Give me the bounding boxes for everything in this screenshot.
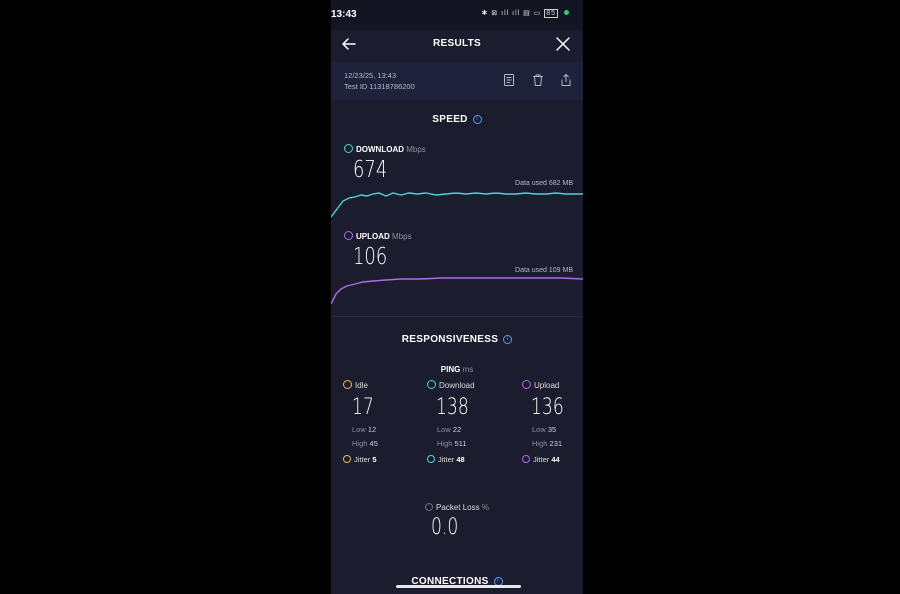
battery-icon: 85 bbox=[544, 9, 559, 18]
idle-high-value: 45 bbox=[369, 439, 378, 448]
idle-high: High 45 bbox=[352, 439, 423, 451]
download-low-label: Low bbox=[437, 425, 451, 434]
packet-loss-icon bbox=[425, 503, 434, 511]
jitter-icon bbox=[343, 455, 351, 463]
idle-low-label: Low bbox=[352, 425, 366, 434]
jitter-icon bbox=[522, 455, 530, 463]
download-high: High 511 bbox=[437, 439, 507, 451]
close-button[interactable] bbox=[553, 34, 573, 54]
idle-low-value: 12 bbox=[367, 425, 377, 434]
idle-jitter-label: Jitter bbox=[354, 455, 371, 464]
speed-section-title: SPEED i bbox=[331, 114, 583, 125]
signal-icons: ✱ ⊠ ıll ıll ▤ ▭ bbox=[481, 10, 542, 17]
top-bar: RESULTS bbox=[331, 30, 583, 58]
close-icon bbox=[556, 37, 570, 51]
idle-jitter: Jitter 5 bbox=[343, 455, 423, 464]
ping-download-column: Download 138 Low 22 High 511 Jitter 48 bbox=[427, 380, 507, 464]
speed-title-text: SPEED bbox=[432, 114, 468, 125]
idle-ping-value: 17 bbox=[352, 395, 374, 420]
packet-loss-label: Packet Loss % bbox=[331, 503, 583, 512]
upload-icon bbox=[344, 231, 353, 240]
upload-ping-label: Upload bbox=[522, 380, 583, 392]
packet-loss-unit: % bbox=[481, 503, 489, 512]
responsiveness-title-text: RESPONSIVENESS bbox=[401, 334, 499, 345]
download-ping-label: Download bbox=[427, 380, 507, 392]
packet-loss-value: 0.0 bbox=[431, 515, 459, 540]
idle-high-label: High bbox=[352, 439, 368, 448]
status-time: 13:43 bbox=[331, 9, 357, 20]
test-id: Test ID 11318786200 bbox=[344, 82, 415, 91]
jitter-icon bbox=[427, 455, 435, 463]
delete-button[interactable] bbox=[531, 73, 545, 87]
download-ping-label-text: Download bbox=[439, 381, 475, 390]
idle-label-text: Idle bbox=[355, 381, 368, 390]
document-icon bbox=[504, 74, 514, 86]
responsiveness-section-title: RESPONSIVENESS i bbox=[331, 334, 583, 345]
ping-idle-column: Idle 17 Low 12 High 45 Jitter 5 bbox=[343, 380, 423, 464]
ping-upload-column: Upload 136 Low 35 High 231 Jitter 44 bbox=[522, 380, 583, 464]
trash-icon bbox=[533, 74, 543, 86]
upload-high-value: 231 bbox=[549, 439, 563, 448]
download-icon bbox=[344, 144, 353, 153]
upload-low-label: Low bbox=[532, 425, 546, 434]
page-title: RESULTS bbox=[432, 38, 482, 49]
active-dot-icon bbox=[564, 10, 569, 15]
upload-jitter-label: Jitter bbox=[533, 455, 550, 464]
upload-speed-value: 106 bbox=[353, 244, 388, 270]
status-icons: ✱ ⊠ ıll ıll ▤ ▭ 85 bbox=[481, 9, 569, 18]
idle-jitter-value: 5 bbox=[372, 455, 377, 464]
download-speed-value: 674 bbox=[353, 157, 388, 183]
share-button[interactable] bbox=[559, 73, 573, 87]
download-low-value: 22 bbox=[452, 425, 462, 434]
download-jitter: Jitter 48 bbox=[427, 455, 507, 464]
upload-ping-label-text: Upload bbox=[534, 381, 560, 390]
ping-title: PING ms bbox=[331, 365, 583, 374]
info-icon[interactable]: i bbox=[472, 114, 482, 124]
details-button[interactable] bbox=[502, 73, 516, 87]
upload-high: High 231 bbox=[532, 439, 583, 451]
test-date: 12/23/25, 13:43 bbox=[344, 71, 397, 80]
share-icon bbox=[561, 74, 571, 86]
upload-unit: Mbps bbox=[392, 232, 412, 241]
packet-loss-label-text: Packet Loss bbox=[436, 503, 480, 512]
download-high-label: High bbox=[437, 439, 453, 448]
upload-speed-graph bbox=[331, 277, 583, 305]
download-jitter-value: 48 bbox=[456, 455, 465, 464]
idle-label: Idle bbox=[343, 380, 423, 392]
status-bar: 13:43 ✱ ⊠ ıll ıll ▤ ▭ 85 bbox=[331, 0, 583, 30]
upload-high-label: High bbox=[532, 439, 548, 448]
download-speed-graph bbox=[331, 192, 583, 218]
phone-screen: 13:43 ✱ ⊠ ıll ıll ▤ ▭ 85 RESULTS 12/23/2… bbox=[331, 0, 583, 594]
test-meta: 12/23/25, 13:43 Test ID 11318786200 bbox=[331, 62, 583, 100]
info-icon[interactable]: i bbox=[503, 334, 513, 344]
download-jitter-label: Jitter bbox=[438, 455, 455, 464]
download-unit: Mbps bbox=[406, 145, 426, 154]
upload-icon bbox=[522, 380, 531, 389]
download-label: DOWNLOAD Mbps bbox=[344, 144, 426, 154]
download-icon bbox=[427, 380, 436, 389]
idle-icon bbox=[343, 380, 352, 389]
upload-label: UPLOAD Mbps bbox=[344, 231, 412, 241]
ping-unit: ms bbox=[462, 365, 474, 374]
download-high-value: 511 bbox=[454, 439, 467, 448]
download-low: Low 22 bbox=[437, 425, 507, 437]
upload-jitter: Jitter 44 bbox=[522, 455, 583, 464]
idle-low: Low 12 bbox=[352, 425, 423, 437]
upload-low: Low 35 bbox=[532, 425, 583, 437]
divider bbox=[331, 316, 583, 317]
upload-label-text: UPLOAD bbox=[356, 232, 390, 241]
ping-label: PING bbox=[440, 365, 461, 374]
upload-ping-value: 136 bbox=[531, 395, 564, 420]
home-indicator[interactable] bbox=[396, 585, 521, 588]
upload-jitter-value: 44 bbox=[551, 455, 560, 464]
download-label-text: DOWNLOAD bbox=[356, 145, 404, 154]
download-ping-value: 138 bbox=[436, 395, 469, 420]
upload-low-value: 35 bbox=[547, 425, 557, 434]
